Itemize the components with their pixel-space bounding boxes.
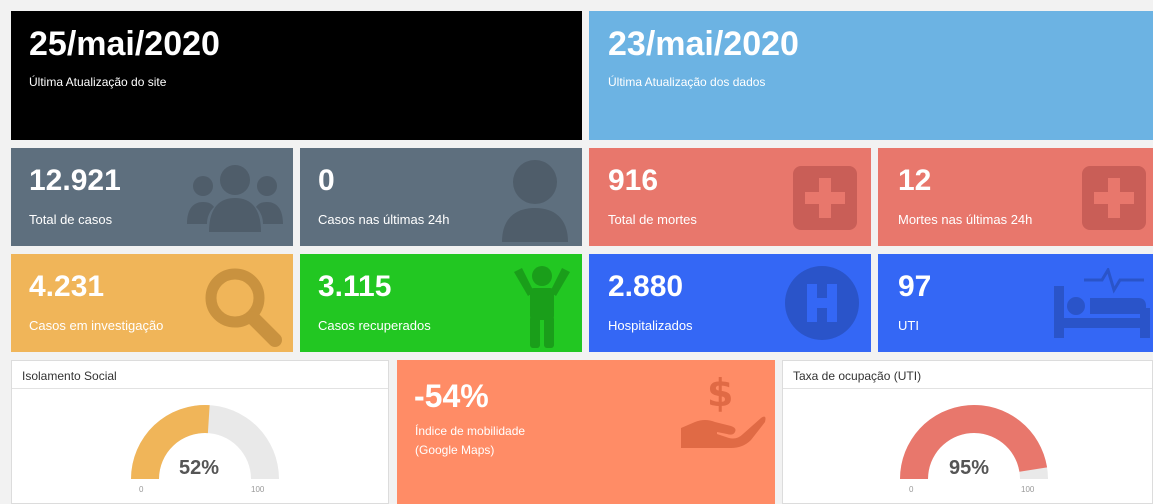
stat-tile-recovered: 3.115 Casos recuperados xyxy=(300,254,582,352)
mobility-tile: -54% Índice de mobilidade (Google Maps) … xyxy=(397,360,775,504)
stat-tile-cases-24h: 0 Casos nas últimas 24h xyxy=(300,148,582,246)
stat-value: 12 xyxy=(898,164,932,197)
data-update-tile: 23/mai/2020 Última Atualização dos dados xyxy=(589,11,1153,140)
gauge-value: 95% xyxy=(949,457,990,479)
stat-value: 2.880 xyxy=(608,270,684,303)
gauge-max: 100 xyxy=(251,485,265,494)
mobility-label: Índice de mobilidade xyxy=(415,424,526,438)
stat-label: Hospitalizados xyxy=(608,318,693,333)
svg-text:$: $ xyxy=(707,371,733,415)
stat-value: 0 xyxy=(318,164,335,197)
mobility-value: -54% xyxy=(414,378,489,414)
hospital-icon xyxy=(785,266,859,340)
gauge-value: 52% xyxy=(179,457,220,479)
stat-label: Total de mortes xyxy=(608,212,697,227)
stat-value: 12.921 xyxy=(29,164,121,197)
data-update-date: 23/mai/2020 xyxy=(608,25,799,63)
bed-icon xyxy=(1054,268,1150,338)
child-icon xyxy=(514,266,570,348)
gauge-min: 0 xyxy=(139,485,144,494)
stat-tile-deaths-24h: 12 Mortes nas últimas 24h xyxy=(878,148,1153,246)
site-update-tile: 25/mai/2020 Última Atualização do site xyxy=(11,11,582,140)
stat-value: 3.115 xyxy=(318,270,392,303)
stat-label: Casos em investigação xyxy=(29,318,164,333)
stat-label: UTI xyxy=(898,318,919,333)
stat-label: Casos recuperados xyxy=(318,318,431,333)
group-icon xyxy=(187,165,283,232)
stat-tile-investigation: 4.231 Casos em investigação xyxy=(11,254,293,352)
mobility-sublabel: (Google Maps) xyxy=(415,443,495,457)
stat-value: 916 xyxy=(608,164,659,197)
site-update-date: 25/mai/2020 xyxy=(29,25,220,63)
gauge-max: 100 xyxy=(1021,485,1035,494)
icu-occupancy-panel: Taxa de ocupação (UTI) 95% 0 100 xyxy=(782,360,1153,504)
stat-tile-icu: 97 UTI xyxy=(878,254,1153,352)
stat-tile-total-cases: 12.921 Total de casos xyxy=(11,148,293,246)
social-isolation-panel: Isolamento Social 52% 0 100 xyxy=(11,360,389,504)
panel-title: Taxa de ocupação (UTI) xyxy=(783,361,1152,389)
plus-square-icon xyxy=(1082,166,1146,230)
plus-square-icon xyxy=(793,166,857,230)
data-update-label: Última Atualização dos dados xyxy=(608,75,766,89)
user-icon xyxy=(502,160,568,242)
stat-tile-total-deaths: 916 Total de mortes xyxy=(589,148,871,246)
stat-label: Casos nas últimas 24h xyxy=(318,212,450,227)
search-icon xyxy=(205,268,282,347)
gauge-min: 0 xyxy=(909,485,914,494)
stat-label: Mortes nas últimas 24h xyxy=(898,212,1033,227)
stat-value: 4.231 xyxy=(29,270,105,303)
site-update-label: Última Atualização do site xyxy=(29,75,167,89)
stat-label: Total de casos xyxy=(29,212,113,227)
panel-title: Isolamento Social xyxy=(12,361,388,389)
stat-value: 97 xyxy=(898,270,932,303)
stat-tile-hospitalized: 2.880 Hospitalizados xyxy=(589,254,871,352)
hand-dollar-icon: $ xyxy=(681,371,766,448)
